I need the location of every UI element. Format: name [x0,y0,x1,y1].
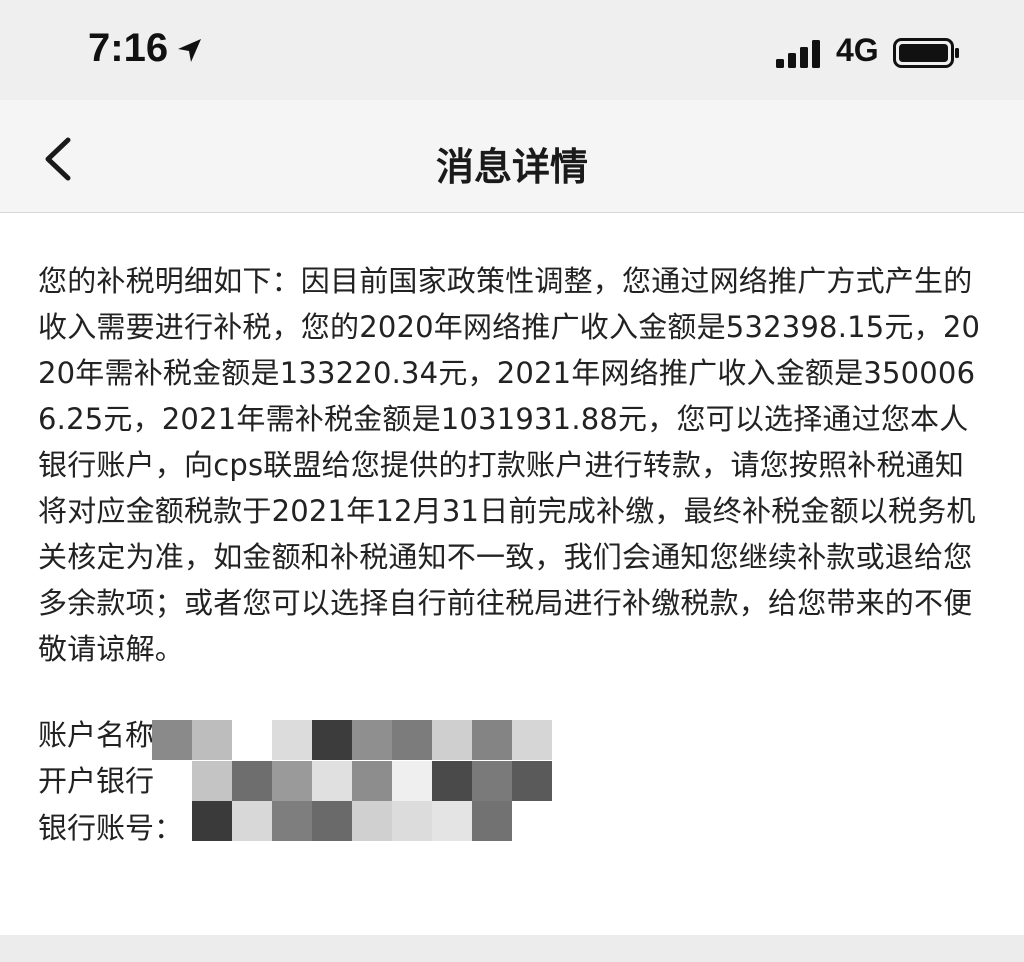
account-number-label: 银行账号： [38,811,184,845]
network-type: 4G [836,32,879,68]
status-time: 7:16 [88,26,169,70]
redacted-bank-name [192,761,552,801]
battery-icon [893,38,959,68]
bank-name-label: 开户银行 [38,764,155,798]
account-name-label: 账户名称 [38,718,155,752]
status-bar: 7:16 4G [0,0,1024,100]
message-body: 您的补税明细如下：因目前国家政策性调整，您通过网络推广方式产生的收入需要进行补税… [38,264,981,666]
bottom-area [0,935,1024,962]
page-title: 消息详情 [435,145,588,189]
location-arrow-icon [178,39,201,62]
redacted-account-name [152,720,552,760]
redacted-account-number [192,801,512,841]
signal-bars-icon [776,40,820,68]
